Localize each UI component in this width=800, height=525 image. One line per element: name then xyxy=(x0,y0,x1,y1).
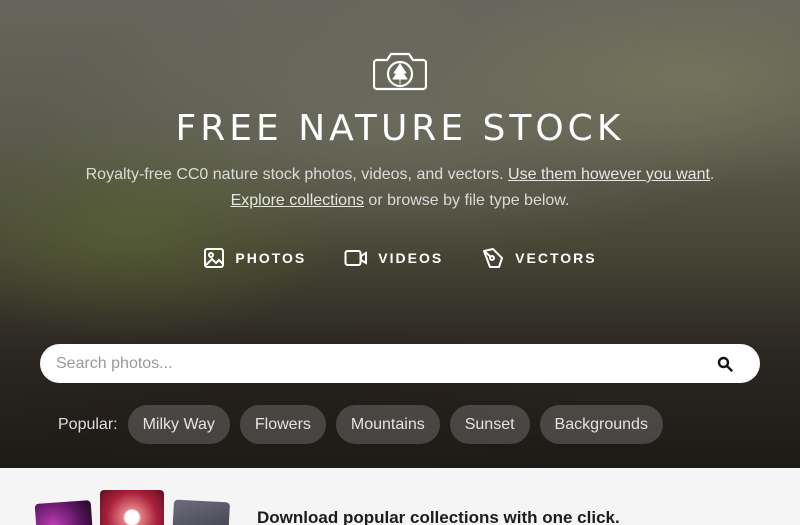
tagline-text: Royalty-free CC0 nature stock photos, vi… xyxy=(85,166,509,183)
filetype-vectors[interactable]: VECTORS xyxy=(481,246,596,270)
popular-label: Popular: xyxy=(58,415,118,433)
page-title: FREE NATURE STOCK xyxy=(175,108,625,149)
search-button[interactable] xyxy=(714,353,736,375)
tagline: Royalty-free CC0 nature stock photos, vi… xyxy=(0,162,800,214)
pen-tool-icon xyxy=(483,248,504,268)
video-camera-icon xyxy=(344,250,368,266)
filetype-vectors-label: VECTORS xyxy=(515,250,597,266)
collection-thumbnail[interactable] xyxy=(100,490,164,525)
filetype-videos[interactable]: VIDEOS xyxy=(344,246,443,270)
usage-link[interactable]: Use them however you want xyxy=(508,166,710,183)
collection-thumbnail[interactable] xyxy=(34,500,94,525)
promo-heading: Download popular collections with one cl… xyxy=(257,508,620,525)
popular-chip-mountains[interactable]: Mountains xyxy=(335,405,440,444)
tagline-suffix: or browse by file type below. xyxy=(363,192,570,209)
explore-collections-link[interactable]: Explore collections xyxy=(231,192,364,209)
filetype-nav: PHOTOS VIDEOS VECTORS xyxy=(0,246,800,270)
popular-chip-milky-way[interactable]: Milky Way xyxy=(127,405,230,444)
collection-thumbnail[interactable] xyxy=(171,499,231,525)
filetype-videos-label: VIDEOS xyxy=(378,250,444,266)
search-input[interactable] xyxy=(56,354,714,373)
popular-chip-backgrounds[interactable]: Backgrounds xyxy=(539,405,663,444)
filetype-photos-label: PHOTOS xyxy=(235,250,307,266)
hero-section: FREE NATURE STOCK Royalty-free CC0 natur… xyxy=(0,0,800,468)
popular-chip-sunset[interactable]: Sunset xyxy=(449,405,530,444)
popular-chip-flowers[interactable]: Flowers xyxy=(239,405,326,444)
tagline-period: . xyxy=(709,166,715,183)
search-bar xyxy=(40,344,760,383)
collections-promo: Download popular collections with one cl… xyxy=(0,468,800,525)
search-icon xyxy=(717,356,733,372)
camera-tree-logo-icon[interactable] xyxy=(373,48,427,92)
filetype-photos[interactable]: PHOTOS xyxy=(203,246,306,270)
image-icon xyxy=(204,248,225,268)
popular-tags: Popular: Milky Way Flowers Mountains Sun… xyxy=(58,405,663,444)
